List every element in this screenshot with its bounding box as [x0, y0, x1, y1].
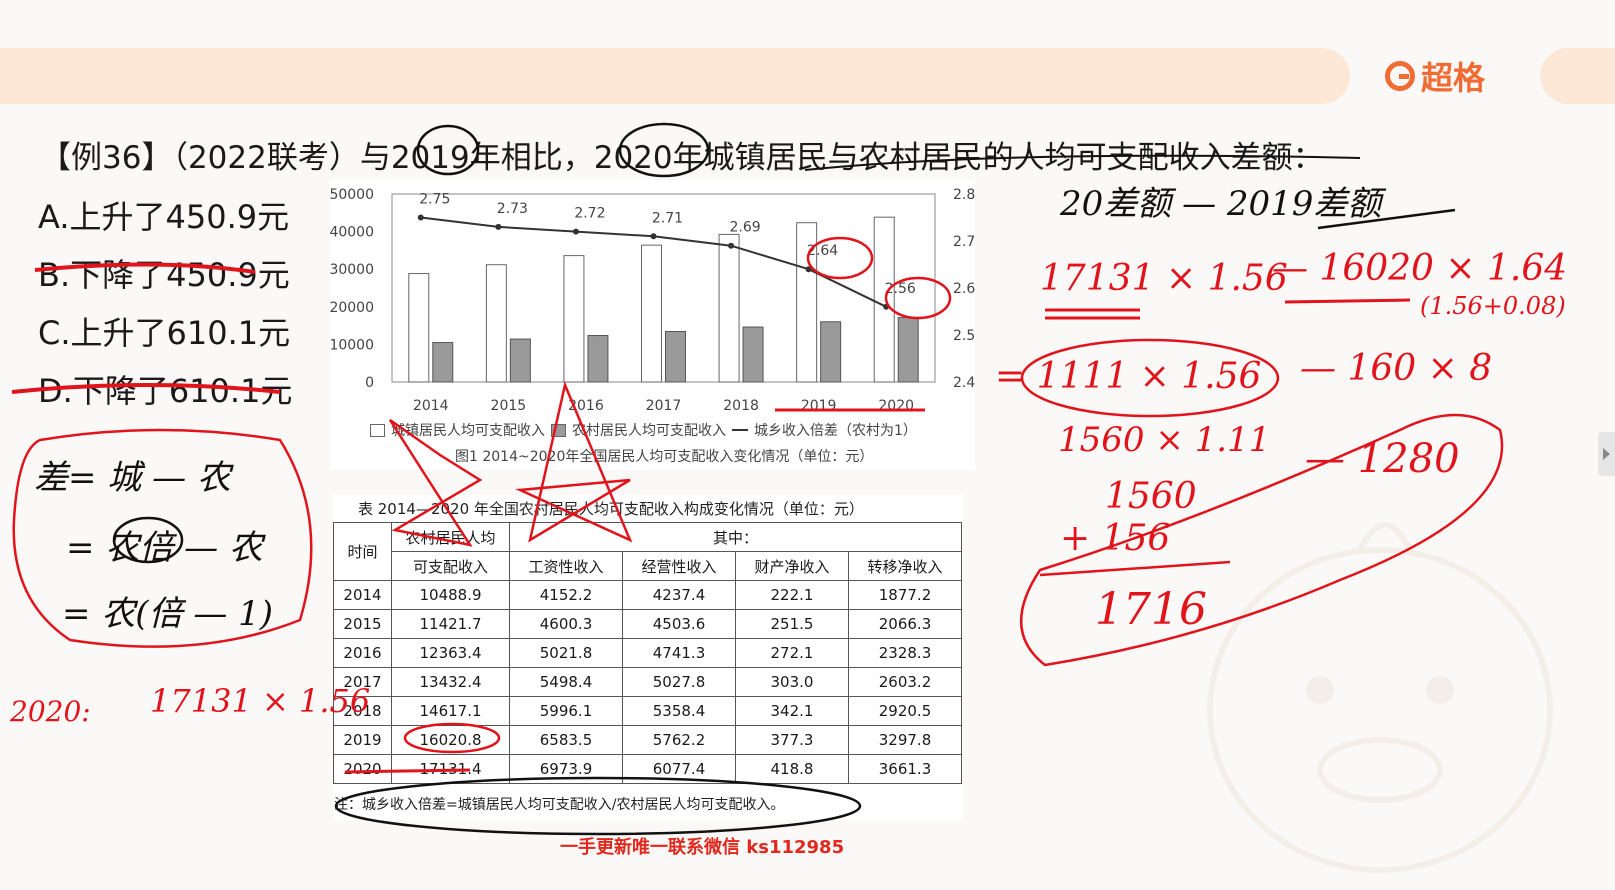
annotation-sum2: + 156 [1060, 518, 1171, 559]
annotation-sum3: 1716 [1095, 584, 1207, 635]
annotation-left1: 差= 城 — 农 [34, 458, 231, 498]
annotation-left4-a: 2020: [10, 695, 91, 728]
annotation-line1-a: 17131 × 1.56 [1040, 258, 1288, 299]
annotation-line3-b: — 1280 [1305, 436, 1460, 482]
annotation-line2-a: = 1111 × 1.56 [995, 356, 1262, 397]
annotation-line3: 1560 × 1.11 [1058, 420, 1271, 460]
annotation-line1-c: (1.56+0.08) [1420, 292, 1566, 320]
annotation-sum1: 1560 [1105, 476, 1197, 517]
annotation-line2-b: — 160 × 8 [1300, 348, 1493, 389]
annotation-left3: = 农(倍 — 1) [62, 594, 274, 634]
annotation-line1-b: — 16020 × 1.64 [1272, 248, 1568, 289]
annotation-right-title: 20差额 — 2019差额 [1060, 184, 1382, 224]
annotation-left2: = 农倍 — 农 [66, 528, 263, 568]
annotation-left4-b: 17131 × 1.56 [150, 682, 371, 720]
